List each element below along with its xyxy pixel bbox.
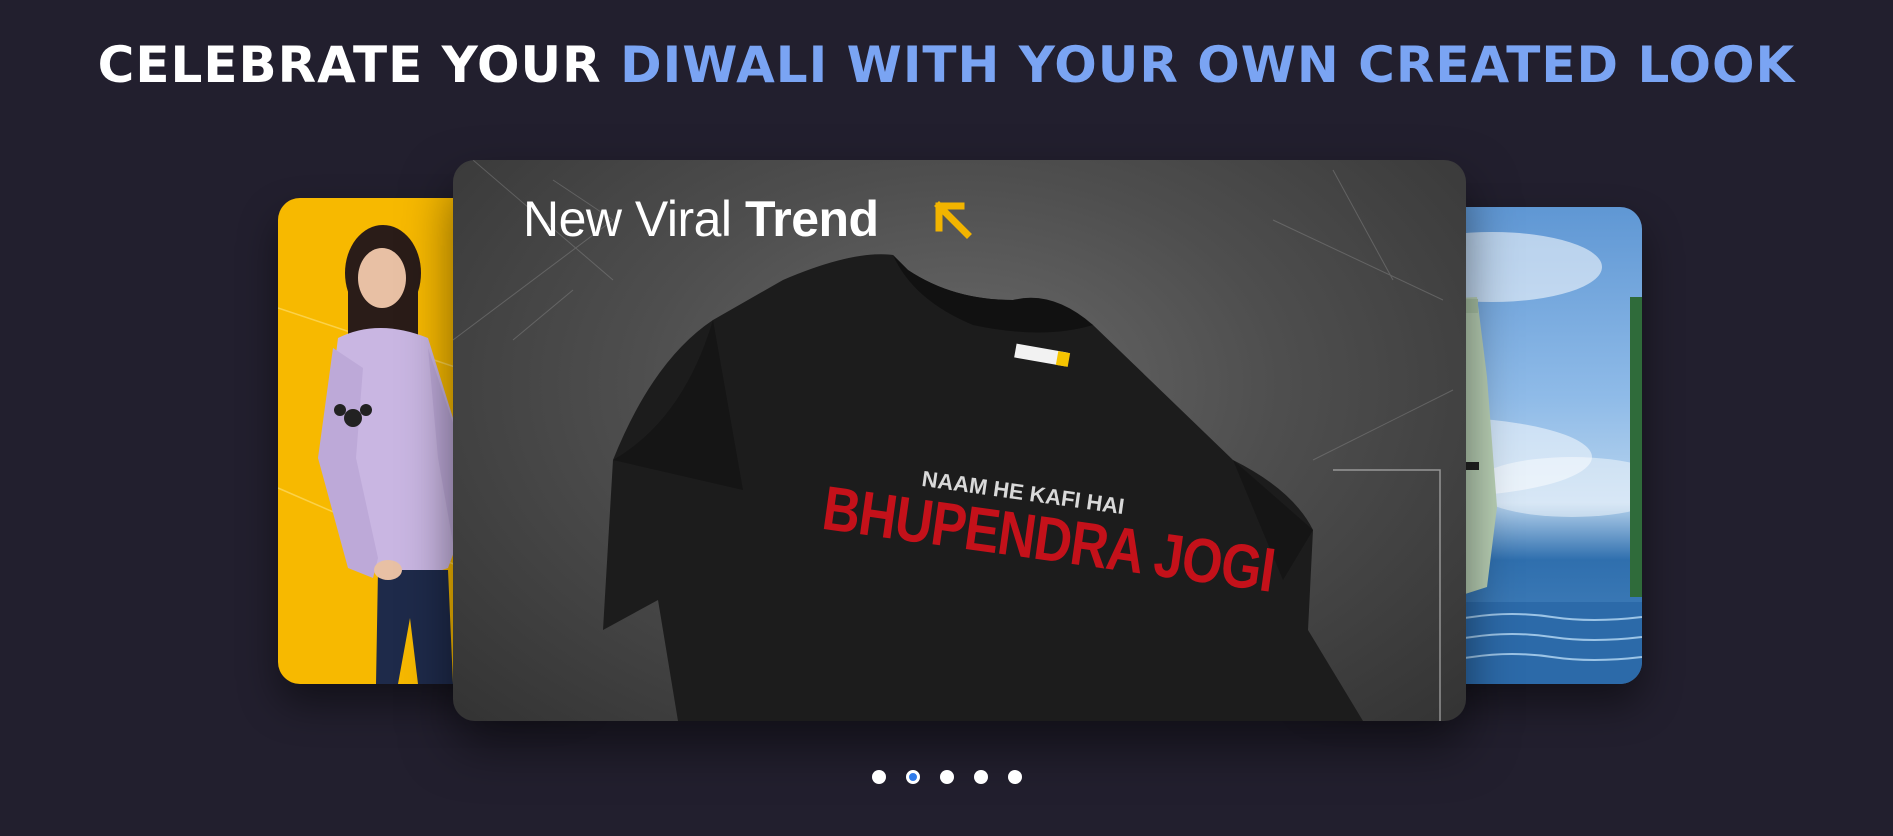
carousel-pagination (0, 770, 1893, 784)
page: CELEBRATE YOUR DIWALI WITH YOUR OWN CREA… (0, 0, 1893, 836)
banner-carousel: New Viral Trend NAAM HE KAFI HAI BHUPEND… (0, 0, 1893, 836)
trend-label-light: New Viral (523, 191, 732, 247)
new-viral-trend-label: New Viral Trend (523, 190, 879, 248)
carousel-dot-2-active[interactable] (905, 770, 920, 784)
arrow-up-left-icon (934, 201, 972, 239)
carousel-dot-1[interactable] (871, 770, 886, 784)
carousel-dot-3[interactable] (939, 770, 954, 784)
carousel-slide-active[interactable]: New Viral Trend NAAM HE KAFI HAI BHUPEND… (453, 160, 1466, 721)
carousel-dot-5[interactable] (1007, 770, 1022, 784)
trend-label-bold: Trend (744, 191, 879, 247)
carousel-dot-4[interactable] (973, 770, 988, 784)
